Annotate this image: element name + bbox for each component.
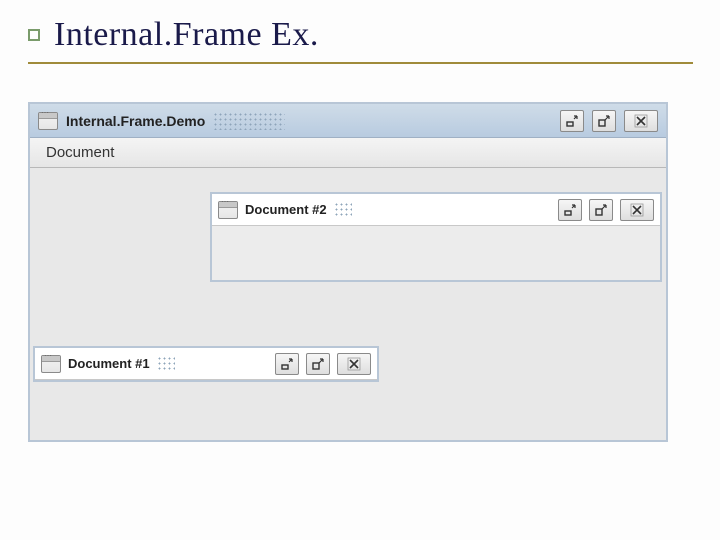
maximize-button[interactable] — [592, 110, 616, 132]
internal-frame-doc2[interactable]: Document #2 — [210, 192, 662, 282]
slide-title: Internal.Frame Ex. — [54, 16, 319, 54]
titlebar-grip[interactable] — [157, 356, 175, 372]
title-accent-square — [28, 29, 40, 41]
maximize-button[interactable] — [306, 353, 330, 375]
main-titlebar[interactable]: Internal.Frame.Demo — [30, 104, 666, 138]
main-window-title: Internal.Frame.Demo — [66, 113, 205, 129]
close-button[interactable] — [624, 110, 658, 132]
doc1-title: Document #1 — [68, 356, 150, 371]
minimize-button[interactable] — [560, 110, 584, 132]
doc1-titlebar[interactable]: Document #1 — [35, 348, 377, 380]
menu-document[interactable]: Document — [40, 142, 120, 163]
minimize-button[interactable] — [275, 353, 299, 375]
internal-frame-doc1[interactable]: Document #1 — [33, 346, 379, 382]
window-icon — [41, 355, 61, 373]
doc2-body — [212, 226, 660, 280]
titlebar-grip[interactable] — [213, 112, 285, 130]
window-icon — [218, 201, 238, 219]
desktop-pane[interactable]: Document #2 — [30, 168, 666, 440]
window-icon — [38, 112, 58, 130]
close-button[interactable] — [620, 199, 654, 221]
menubar: Document — [30, 138, 666, 168]
minimize-button[interactable] — [558, 199, 582, 221]
titlebar-grip[interactable] — [334, 202, 352, 218]
doc2-titlebar[interactable]: Document #2 — [212, 194, 660, 226]
slide-title-row: Internal.Frame Ex. — [28, 8, 693, 64]
app-window: Internal.Frame.Demo Document Document #2 — [28, 102, 668, 442]
maximize-button[interactable] — [589, 199, 613, 221]
close-button[interactable] — [337, 353, 371, 375]
doc2-title: Document #2 — [245, 202, 327, 217]
